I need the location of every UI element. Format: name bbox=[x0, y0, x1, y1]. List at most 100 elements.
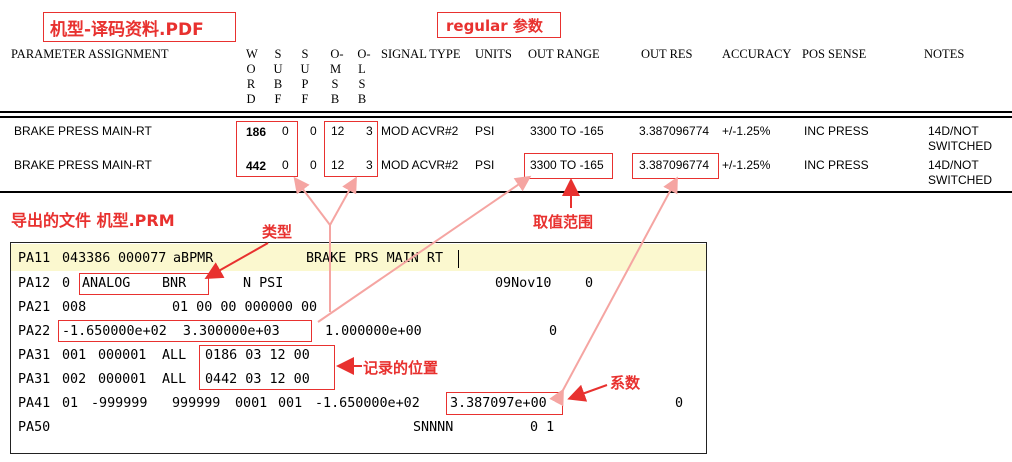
word-highlight-box bbox=[236, 121, 298, 177]
prm-field: 000077 bbox=[118, 251, 167, 266]
prm-title: 导出的文件 机型.PRM bbox=[11, 211, 175, 230]
coefficient-label: 系数 bbox=[610, 374, 641, 392]
row-notes: 14D/NOT bbox=[928, 124, 979, 138]
regular-title: regular 参数 bbox=[446, 17, 543, 35]
res-highlight-box bbox=[632, 153, 719, 179]
bits-highlight-box bbox=[324, 121, 378, 177]
prm-field: -999999 bbox=[91, 396, 148, 411]
header-omsb-letter: M bbox=[330, 62, 342, 76]
prm-code: PA50 bbox=[18, 420, 51, 435]
header-supf-letter: F bbox=[301, 92, 309, 106]
coefficient-highlight-box bbox=[446, 392, 563, 415]
header-out-res: OUT RES bbox=[641, 47, 693, 61]
row-notes: SWITCHED bbox=[928, 139, 992, 153]
range-highlight-box bbox=[524, 153, 613, 179]
range-prm-highlight-box bbox=[58, 320, 312, 342]
header-accuracy: ACCURACY bbox=[722, 47, 792, 61]
prm-field: 043386 bbox=[62, 251, 111, 266]
header-param-assignment: PARAMETER ASSIGNMENT bbox=[11, 47, 169, 61]
header-omsb-letter: O- bbox=[330, 47, 344, 61]
fork-arrow-bits bbox=[329, 176, 357, 226]
prm-code: PA12 bbox=[18, 276, 51, 291]
prm-code: PA31 bbox=[18, 372, 51, 387]
fork-arrow-word bbox=[293, 176, 331, 226]
header-olsb-letter: B bbox=[357, 92, 367, 106]
row-pos-sense: INC PRESS bbox=[804, 158, 869, 172]
prm-field: 001 bbox=[278, 396, 303, 411]
header-pos-sense: POS SENSE bbox=[802, 47, 867, 61]
row-accuracy: +/-1.25% bbox=[722, 158, 771, 172]
prm-field: 0 1 bbox=[530, 420, 555, 435]
header-rule bbox=[0, 116, 1012, 118]
table-bottom-rule bbox=[0, 191, 1012, 193]
header-supf-letter: U bbox=[300, 62, 310, 76]
range-label: 取值范围 bbox=[533, 213, 594, 231]
prm-field: 01 00 00 000000 00 bbox=[172, 300, 318, 315]
text-cursor bbox=[458, 250, 459, 268]
header-units: UNITS bbox=[475, 47, 512, 61]
header-supf-letter: P bbox=[301, 77, 309, 91]
header-subf-letter: B bbox=[273, 77, 283, 91]
header-olsb-letter: S bbox=[358, 77, 366, 91]
row-accuracy: +/-1.25% bbox=[722, 124, 771, 138]
prm-code: PA21 bbox=[18, 300, 51, 315]
type-highlight-box bbox=[79, 273, 209, 295]
row-notes: SWITCHED bbox=[928, 173, 992, 187]
prm-field: BRAKE PRS MAIN RT bbox=[306, 251, 444, 266]
header-supf-letter: S bbox=[301, 47, 309, 61]
prm-code: PA41 bbox=[18, 396, 51, 411]
prm-field: 000001 bbox=[98, 372, 147, 387]
prm-field: 002 bbox=[62, 372, 87, 387]
prm-field: 000001 bbox=[98, 348, 147, 363]
row-parameter-name: BRAKE PRESS MAIN-RT bbox=[14, 158, 152, 172]
prm-field: 008 bbox=[62, 300, 87, 315]
prm-field: -1.650000e+02 bbox=[315, 396, 420, 411]
header-rule bbox=[0, 111, 1012, 113]
row-units: PSI bbox=[475, 124, 495, 138]
prm-field: SNNNN bbox=[413, 420, 454, 435]
prm-field: 0 bbox=[62, 276, 71, 291]
header-olsb-letter: O- bbox=[357, 47, 371, 61]
header-omsb-letter: B bbox=[330, 92, 340, 106]
row-notes: 14D/NOT bbox=[928, 158, 979, 172]
header-olsb-letter: L bbox=[358, 62, 366, 76]
prm-field: 0 bbox=[585, 276, 594, 291]
prm-field: 0001 bbox=[235, 396, 268, 411]
prm-field: 01 bbox=[62, 396, 79, 411]
row-signal-type: MOD ACVR#2 bbox=[381, 158, 459, 172]
pdf-title: 机型-译码资料.PDF bbox=[50, 20, 204, 40]
prm-field: 001 bbox=[62, 348, 87, 363]
header-notes: NOTES bbox=[924, 47, 965, 61]
prm-field: 0 bbox=[549, 324, 558, 339]
position-highlight-box bbox=[199, 345, 335, 390]
header-omsb-letter: S bbox=[331, 77, 339, 91]
row-parameter-name: BRAKE PRESS MAIN-RT bbox=[14, 124, 152, 138]
prm-code: PA11 bbox=[18, 251, 51, 266]
row-supf: 0 bbox=[310, 158, 317, 172]
header-word-letter: O bbox=[246, 62, 256, 76]
prm-field: ALL bbox=[162, 372, 187, 387]
header-subf-letter: S bbox=[274, 47, 282, 61]
header-word-letter: W bbox=[246, 47, 258, 61]
prm-field: ALL bbox=[162, 348, 187, 363]
prm-field: 999999 bbox=[172, 396, 221, 411]
prm-field: 0 bbox=[675, 396, 684, 411]
prm-field: N PSI bbox=[243, 276, 284, 291]
header-subf-letter: F bbox=[274, 92, 282, 106]
header-out-range: OUT RANGE bbox=[528, 47, 600, 61]
prm-code: PA22 bbox=[18, 324, 51, 339]
header-subf-letter: U bbox=[273, 62, 283, 76]
row-units: PSI bbox=[475, 158, 495, 172]
row-out-range: 3300 TO -165 bbox=[530, 124, 604, 138]
position-label: 记录的位置 bbox=[363, 359, 439, 377]
prm-field: aBPMR bbox=[173, 251, 214, 266]
row-supf: 0 bbox=[310, 124, 317, 138]
type-label: 类型 bbox=[262, 223, 293, 241]
header-word-letter: D bbox=[246, 92, 256, 106]
row-signal-type: MOD ACVR#2 bbox=[381, 124, 459, 138]
prm-date: 09Nov10 bbox=[495, 276, 552, 291]
header-signal-type: SIGNAL TYPE bbox=[381, 47, 461, 61]
row-out-res: 3.387096774 bbox=[639, 124, 710, 138]
header-word-letter: R bbox=[246, 77, 256, 91]
prm-code: PA31 bbox=[18, 348, 51, 363]
